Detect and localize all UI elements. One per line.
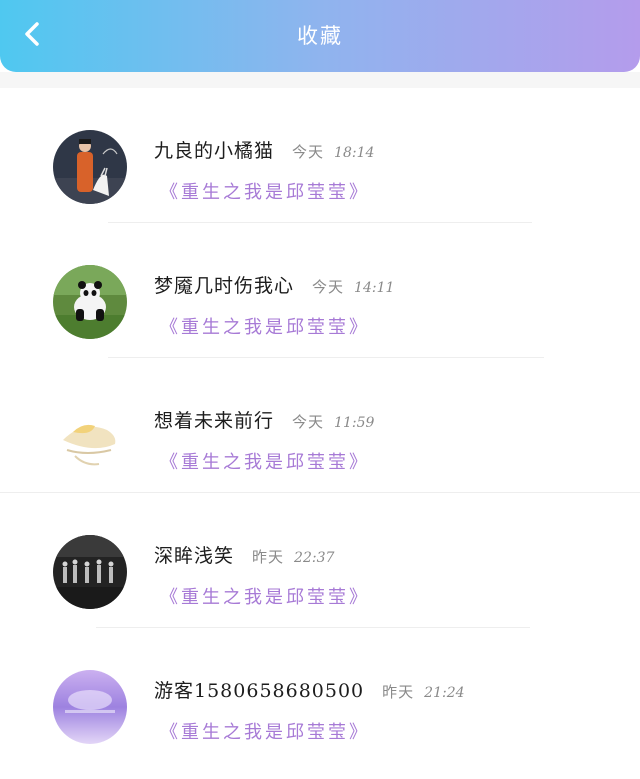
- list-item[interactable]: 梦魇几时伤我心 今天 14:11 《重生之我是邱莹莹》: [0, 223, 640, 358]
- avatar[interactable]: [53, 535, 127, 609]
- day-label: 今天: [292, 413, 325, 431]
- list-item[interactable]: 九良的小橘猫 今天 18:14 《重生之我是邱莹莹》: [0, 88, 640, 223]
- user-name: 游客1580658680500 昨天 21:24: [154, 680, 465, 702]
- user-name: 想着未来前行 今天 11:59: [154, 410, 375, 432]
- book-title-link[interactable]: 《重生之我是邱莹莹》: [160, 178, 370, 204]
- page-title: 收藏: [297, 24, 343, 48]
- time-label: 18:14: [334, 145, 375, 161]
- list-item[interactable]: 游客1580658680500 昨天 21:24 《重生之我是邱莹莹》: [0, 628, 640, 763]
- avatar[interactable]: [53, 670, 127, 744]
- list-item[interactable]: 深眸浅笑 昨天 22:37 《重生之我是邱莹莹》: [0, 493, 640, 628]
- list-item[interactable]: 想着未来前行 今天 11:59 《重生之我是邱莹莹》: [0, 358, 640, 493]
- book-title-link[interactable]: 《重生之我是邱莹莹》: [160, 583, 370, 609]
- header-bar: 收藏: [0, 0, 640, 72]
- avatar[interactable]: [53, 265, 127, 339]
- day-label: 今天: [292, 143, 325, 161]
- user-name: 九良的小橘猫 今天 18:14: [154, 140, 375, 162]
- time-label: 21:24: [424, 685, 465, 701]
- day-label: 今天: [312, 278, 345, 296]
- time-label: 11:59: [334, 415, 375, 431]
- time-label: 22:37: [294, 550, 335, 566]
- favorites-list: 九良的小橘猫 今天 18:14 《重生之我是邱莹莹》 梦魇几时伤我心 今天 14:11 …: [0, 88, 640, 763]
- day-label: 昨天: [252, 548, 285, 566]
- avatar[interactable]: [53, 400, 127, 474]
- book-title-link[interactable]: 《重生之我是邱莹莹》: [160, 448, 370, 474]
- book-title-link[interactable]: 《重生之我是邱莹莹》: [160, 718, 370, 744]
- header-spacer: [0, 72, 640, 88]
- time-label: 14:11: [354, 280, 395, 296]
- avatar[interactable]: [53, 130, 127, 204]
- user-name: 梦魇几时伤我心 今天 14:11: [154, 275, 395, 297]
- book-title-link[interactable]: 《重生之我是邱莹莹》: [160, 313, 370, 339]
- user-name: 深眸浅笑 昨天 22:37: [154, 545, 335, 567]
- day-label: 昨天: [382, 683, 415, 701]
